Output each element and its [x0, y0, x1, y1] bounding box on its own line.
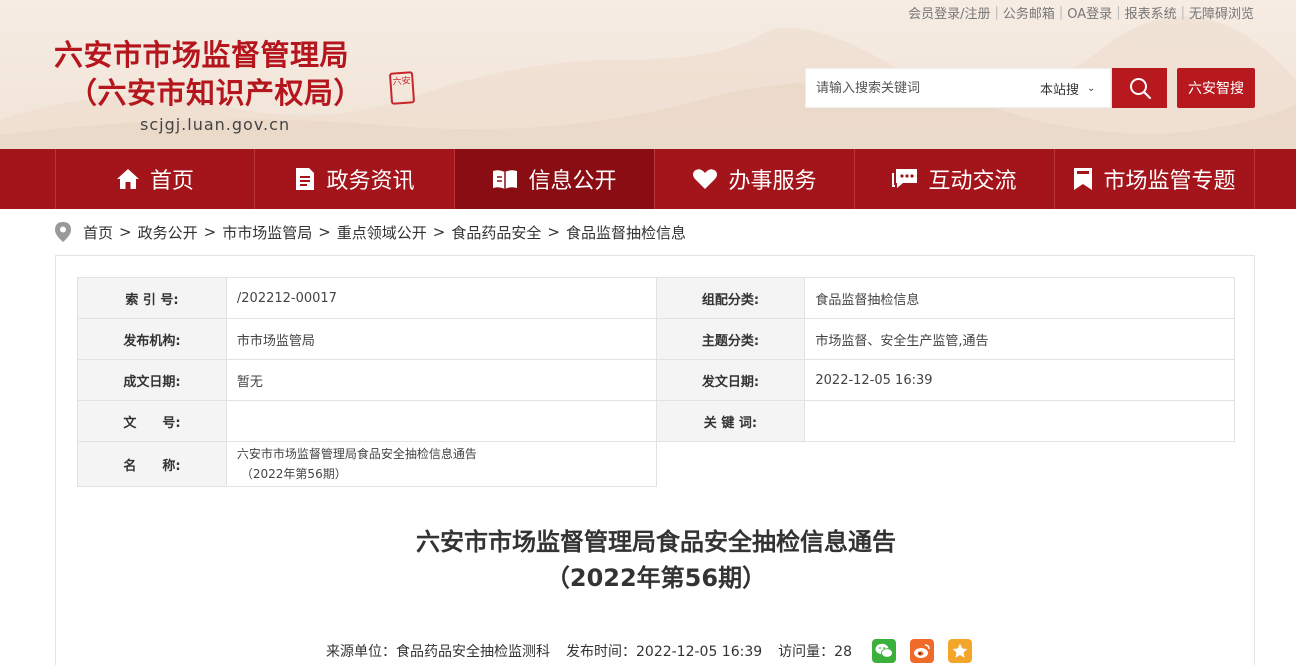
nav-label: 信息公开 [528, 169, 617, 194]
nav-item-news[interactable]: 政务资讯 [255, 149, 455, 209]
meta-key: 文 号: [77, 400, 227, 442]
meta-key: 发文日期: [655, 359, 806, 401]
chevron-down-icon: ⌄ [1087, 82, 1096, 94]
nav-item-special-topics[interactable]: 市场监管专题 [1055, 149, 1255, 209]
breadcrumb-separator: > [432, 223, 446, 241]
share-buttons [872, 639, 986, 663]
search-scope-select[interactable]: 本站搜 ⌄ [1040, 79, 1095, 98]
breadcrumb-separator: > [318, 223, 331, 241]
source-unit: 来源单位：食品药品安全抽检监测科 [326, 644, 550, 660]
nav-label: 首页 [149, 169, 194, 194]
breadcrumb-current[interactable]: 食品监督抽检信息 [566, 222, 686, 243]
smart-search-button[interactable]: 六安智搜 [1177, 68, 1255, 108]
empty-cell [656, 441, 1235, 487]
meta-name-line1: 六安市市场监督管理局食品安全抽检信息通告 [236, 447, 477, 461]
member-login-link[interactable]: 会员登录/注册 [908, 3, 990, 22]
meta-key: 索 引 号: [77, 277, 227, 319]
home-icon [116, 169, 139, 189]
table-row: 发布机构: 市市场监管局 主题分类: 市场监督、安全生产监管,通告 [77, 318, 1235, 360]
share-wechat-button[interactable] [872, 639, 896, 663]
top-links: 会员登录/注册 | 公务邮箱 | OA登录 | 报表系统 | 无障碍浏览 [908, 3, 1254, 22]
search-box: 本站搜 ⌄ [805, 68, 1111, 108]
meta-value: 2022-12-05 16:39 [804, 359, 1235, 401]
meta-name-line2: （2022年第56期） [240, 467, 347, 481]
table-row: 成文日期: 暂无 发文日期: 2022-12-05 16:39 [77, 359, 1235, 401]
weibo-icon [914, 644, 930, 658]
star-icon [952, 643, 968, 658]
report-system-link[interactable]: 报表系统 [1125, 3, 1177, 22]
breadcrumb-separator: > [547, 223, 560, 241]
chat-icon [892, 169, 918, 188]
official-email-link[interactable]: 公务邮箱 [1003, 3, 1055, 22]
site-title-line2: （六安市知识产权局） [68, 76, 364, 110]
breadcrumb: 首页 > 政务公开 > 市市场监管局 > 重点领域公开 > 食品药品安全 > 食… [55, 221, 686, 243]
document-meta-table: 索 引 号: /202212-00017 组配分类: 食品监督抽检信息 发布机构… [77, 277, 1235, 487]
open-book-icon [493, 170, 518, 189]
meta-value [804, 400, 1235, 442]
search-input[interactable] [806, 69, 1016, 107]
meta-key: 名 称: [77, 441, 227, 487]
divider: | [1116, 5, 1121, 20]
article-title: 六安市市场监督管理局食品安全抽检信息通告 （2022年第56期） [56, 524, 1256, 596]
table-row: 索 引 号: /202212-00017 组配分类: 食品监督抽检信息 [77, 277, 1235, 319]
meta-value: 食品监督抽检信息 [804, 277, 1235, 319]
favorite-button[interactable] [948, 639, 972, 663]
share-weibo-button[interactable] [910, 639, 934, 663]
seal-stamp-icon: 六安 [388, 71, 416, 105]
breadcrumb-home[interactable]: 首页 [83, 222, 113, 243]
article-info-bar: 来源单位：食品药品安全抽检监测科 发布时间：2022-12-05 16:39 访… [56, 639, 1256, 663]
nav-item-interaction[interactable]: 互动交流 [855, 149, 1055, 209]
divider: | [1058, 5, 1064, 20]
nav-label: 市场监管专题 [1103, 169, 1236, 194]
article-container: 索 引 号: /202212-00017 组配分类: 食品监督抽检信息 发布机构… [55, 255, 1255, 665]
meta-key: 成文日期: [77, 359, 227, 401]
meta-value: /202212-00017 [225, 277, 657, 319]
accessibility-link[interactable]: 无障碍浏览 [1189, 3, 1254, 22]
oa-login-link[interactable]: OA登录 [1067, 3, 1112, 22]
view-count: 访问量：28 [778, 644, 852, 660]
site-title-line1: 六安市市场监督管理局 [54, 38, 350, 72]
divider: | [994, 5, 999, 20]
divider: | [1180, 5, 1185, 20]
search-button[interactable] [1112, 68, 1167, 108]
publish-time: 发布时间：2022-12-05 16:39 [566, 644, 763, 660]
article-title-line1: 六安市市场监督管理局食品安全抽检信息通告 [416, 528, 896, 556]
document-icon [296, 168, 315, 190]
heart-icon [693, 169, 718, 189]
table-row: 文 号: 关 键 词: [77, 400, 1235, 442]
main-nav: 首页 政务资讯 信息公开 办事服务 互动交流 市场监管专题 [0, 149, 1296, 209]
nav-item-services[interactable]: 办事服务 [655, 149, 855, 209]
location-pin-icon [55, 222, 71, 242]
meta-key: 发布机构: [77, 318, 227, 360]
nav-item-info-disclosure[interactable]: 信息公开 [455, 149, 655, 209]
meta-key: 主题分类: [655, 318, 806, 360]
breadcrumb-separator: > [119, 223, 132, 241]
meta-key: 组配分类: [655, 277, 806, 319]
breadcrumb-gov-affairs[interactable]: 政务公开 [138, 222, 198, 243]
breadcrumb-food-drug[interactable]: 食品药品安全 [451, 222, 541, 243]
meta-value [225, 400, 657, 442]
search-icon [1129, 78, 1151, 99]
meta-value: 六安市市场监督管理局食品安全抽检信息通告 （2022年第56期） [225, 441, 657, 487]
breadcrumb-separator: > [203, 223, 217, 241]
wechat-icon [875, 643, 893, 658]
meta-key: 关 键 词: [655, 400, 806, 442]
meta-value: 市市场监管局 [225, 318, 657, 360]
search-scope-label: 本站搜 [1040, 82, 1080, 98]
breadcrumb-key-areas[interactable]: 重点领域公开 [337, 222, 427, 243]
breadcrumb-bureau[interactable]: 市市场监管局 [222, 222, 312, 243]
table-row: 名 称: 六安市市场监督管理局食品安全抽检信息通告 （2022年第56期） [77, 441, 1235, 487]
bookmark-icon [1074, 168, 1093, 190]
site-header: 会员登录/注册 | 公务邮箱 | OA登录 | 报表系统 | 无障碍浏览 六安市… [0, 0, 1296, 149]
meta-value: 市场监督、安全生产监管,通告 [804, 318, 1235, 360]
site-logo-title[interactable]: 六安市市场监督管理局 （六安市知识产权局） [54, 36, 363, 112]
nav-label: 政务资讯 [326, 169, 415, 194]
nav-label: 互动交流 [928, 169, 1017, 194]
site-domain: scjgj.luan.gov.cn [140, 115, 291, 134]
meta-value: 暂无 [225, 359, 657, 401]
nav-label: 办事服务 [728, 169, 817, 194]
article-title-line2: （2022年第56期） [545, 564, 767, 592]
nav-item-home[interactable]: 首页 [55, 149, 255, 209]
